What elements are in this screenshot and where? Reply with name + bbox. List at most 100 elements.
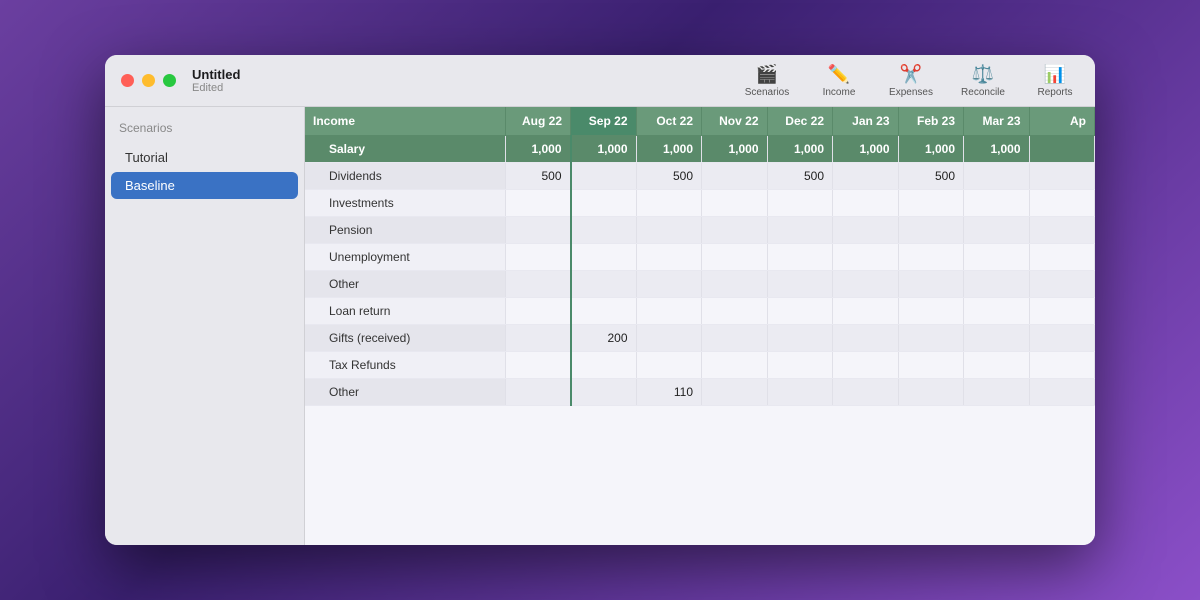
cell[interactable] <box>898 298 964 325</box>
col-jan23[interactable]: Jan 23 <box>833 107 899 136</box>
row-label[interactable]: Unemployment <box>305 244 505 271</box>
col-feb23[interactable]: Feb 23 <box>898 107 964 136</box>
cell[interactable] <box>505 244 571 271</box>
content-area[interactable]: Income Aug 22 Sep 22 Oct 22 Nov 22 Dec 2… <box>305 107 1095 545</box>
cell[interactable] <box>571 244 637 271</box>
cell[interactable] <box>833 379 899 406</box>
cell[interactable] <box>898 271 964 298</box>
cell[interactable] <box>571 298 637 325</box>
cell[interactable]: 500 <box>767 163 833 190</box>
cell[interactable] <box>964 298 1030 325</box>
row-label[interactable]: Other <box>305 271 505 298</box>
row-label[interactable]: Tax Refunds <box>305 352 505 379</box>
cell[interactable] <box>1029 352 1095 379</box>
close-button[interactable] <box>121 74 134 87</box>
cell[interactable] <box>1029 298 1095 325</box>
cell[interactable]: 1,000 <box>964 136 1030 163</box>
cell[interactable] <box>702 217 768 244</box>
cell[interactable] <box>636 298 702 325</box>
cell[interactable]: 1,000 <box>505 136 571 163</box>
cell[interactable] <box>767 271 833 298</box>
cell[interactable] <box>898 244 964 271</box>
cell[interactable] <box>833 190 899 217</box>
cell[interactable] <box>1029 244 1095 271</box>
cell[interactable] <box>964 217 1030 244</box>
cell[interactable]: 1,000 <box>833 136 899 163</box>
cell[interactable] <box>898 217 964 244</box>
cell[interactable] <box>505 352 571 379</box>
row-label[interactable]: Investments <box>305 190 505 217</box>
cell[interactable] <box>898 352 964 379</box>
cell[interactable] <box>767 379 833 406</box>
cell[interactable] <box>636 190 702 217</box>
cell[interactable] <box>767 352 833 379</box>
cell[interactable] <box>505 379 571 406</box>
cell[interactable] <box>636 352 702 379</box>
cell[interactable]: 500 <box>505 163 571 190</box>
cell[interactable] <box>964 244 1030 271</box>
cell[interactable]: 1,000 <box>898 136 964 163</box>
cell[interactable] <box>964 163 1030 190</box>
col-ap[interactable]: Ap <box>1029 107 1095 136</box>
cell[interactable] <box>833 298 899 325</box>
cell[interactable] <box>964 379 1030 406</box>
cell[interactable] <box>571 379 637 406</box>
cell[interactable] <box>505 298 571 325</box>
col-aug22[interactable]: Aug 22 <box>505 107 571 136</box>
cell[interactable] <box>1029 379 1095 406</box>
col-nov22[interactable]: Nov 22 <box>702 107 768 136</box>
cell[interactable] <box>1029 163 1095 190</box>
row-label[interactable]: Pension <box>305 217 505 244</box>
cell[interactable] <box>833 325 899 352</box>
cell[interactable] <box>571 271 637 298</box>
cell[interactable] <box>571 190 637 217</box>
toolbar-scenarios[interactable]: 🎬 Scenarios <box>743 64 791 98</box>
cell[interactable] <box>505 190 571 217</box>
cell[interactable]: 1,000 <box>571 136 637 163</box>
cell[interactable] <box>898 379 964 406</box>
cell[interactable] <box>964 190 1030 217</box>
col-sep22[interactable]: Sep 22 <box>571 107 637 136</box>
cell[interactable] <box>505 271 571 298</box>
cell[interactable]: 1,000 <box>702 136 768 163</box>
cell[interactable] <box>636 217 702 244</box>
toolbar-expenses[interactable]: ✂️ Expenses <box>887 64 935 98</box>
cell[interactable] <box>571 163 637 190</box>
cell[interactable] <box>964 271 1030 298</box>
col-dec22[interactable]: Dec 22 <box>767 107 833 136</box>
toolbar-reconcile[interactable]: ⚖️ Reconcile <box>959 64 1007 98</box>
cell[interactable] <box>636 271 702 298</box>
cell[interactable] <box>833 163 899 190</box>
cell[interactable]: 1,000 <box>636 136 702 163</box>
cell[interactable] <box>964 325 1030 352</box>
minimize-button[interactable] <box>142 74 155 87</box>
cell[interactable] <box>505 325 571 352</box>
cell[interactable] <box>898 325 964 352</box>
cell[interactable] <box>571 217 637 244</box>
sidebar-item-tutorial[interactable]: Tutorial <box>111 144 298 171</box>
cell[interactable] <box>898 190 964 217</box>
cell[interactable] <box>702 163 768 190</box>
cell[interactable]: 500 <box>636 163 702 190</box>
cell[interactable] <box>636 244 702 271</box>
toolbar-reports[interactable]: 📊 Reports <box>1031 64 1079 98</box>
cell[interactable]: 1,000 <box>767 136 833 163</box>
cell[interactable] <box>702 325 768 352</box>
cell[interactable] <box>833 244 899 271</box>
row-label[interactable]: Loan return <box>305 298 505 325</box>
cell[interactable] <box>702 379 768 406</box>
cell[interactable] <box>767 325 833 352</box>
row-label[interactable]: Other <box>305 379 505 406</box>
cell[interactable] <box>1029 325 1095 352</box>
row-label[interactable]: Gifts (received) <box>305 325 505 352</box>
cell[interactable] <box>571 352 637 379</box>
cell[interactable] <box>833 352 899 379</box>
row-label[interactable]: Salary <box>305 136 505 163</box>
cell[interactable] <box>702 271 768 298</box>
cell[interactable] <box>964 352 1030 379</box>
col-income[interactable]: Income <box>305 107 505 136</box>
cell[interactable] <box>1029 271 1095 298</box>
cell[interactable] <box>702 298 768 325</box>
cell[interactable] <box>702 244 768 271</box>
cell[interactable] <box>636 325 702 352</box>
